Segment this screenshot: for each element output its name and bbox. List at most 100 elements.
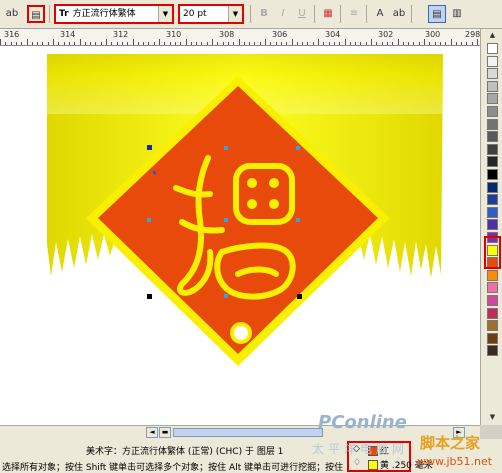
character-icon[interactable]: ab [390,5,408,23]
ruler-tick [243,42,245,45]
ruler-tick [275,42,277,45]
font-name-value: 方正流行体繁体 [72,9,136,19]
vertical-text-icon[interactable]: ▥ [448,5,466,23]
ruler-tick [63,42,65,45]
text-tool-icon[interactable]: ab [3,5,21,23]
ruler-tick [424,39,425,45]
ruler-tick [333,42,335,45]
scroll-left-end-icon[interactable]: ▬ [159,427,171,438]
ruler-tick [137,42,139,45]
palette-swatch[interactable] [487,219,498,231]
palette-scroll-down-icon[interactable]: ▼ [486,413,499,422]
ruler-tick [21,42,23,45]
ruler-tick [238,39,240,45]
scroll-thumb[interactable] [173,428,323,437]
ruler-label: 300 [425,30,441,39]
ruler-tick [365,42,367,45]
palette-highlight [484,236,501,269]
ruler-tick [392,42,394,45]
font-type-icon: Tr [59,9,69,19]
ruler-tick [312,42,314,45]
bold-icon[interactable]: B [255,5,273,23]
palette-swatch[interactable] [487,206,498,218]
ruler-tick [227,42,229,45]
ruler-tick [355,42,357,45]
jb51-url-watermark: www.jb51.net [417,455,493,468]
ruler-tick [196,42,198,45]
toolbar-separator [49,5,50,23]
ruler-tick [249,42,251,45]
selection-handle[interactable] [147,294,152,299]
ruler-tick [466,42,468,45]
horizontal-scrollbar[interactable]: ◄ ▬ ► [0,425,480,439]
toolbar-separator [250,5,251,23]
ruler-tick [302,42,304,45]
ruler-label: 308 [219,30,235,39]
chevron-down-icon[interactable]: ▼ [158,6,172,22]
palette-swatch[interactable] [487,93,498,105]
horizontal-text-icon[interactable]: ▤ [428,5,446,23]
drawing-canvas[interactable] [0,46,480,425]
palette-swatch[interactable] [487,68,498,80]
underline-icon[interactable]: U [293,5,311,23]
chevron-down-icon[interactable]: ▼ [228,6,242,22]
palette-swatch[interactable] [487,282,498,294]
palette-swatch[interactable] [487,106,498,117]
font-name-select[interactable]: Tr 方正流行体繁体 ▼ [54,4,174,24]
palette-swatch[interactable] [487,169,498,180]
ruler-tick [477,39,478,45]
palette-swatch[interactable] [487,156,498,168]
scroll-left-icon[interactable]: ◄ [146,427,158,438]
selection-handle[interactable] [297,294,302,299]
palette-swatch[interactable] [487,345,498,357]
palette-swatch[interactable] [487,332,498,344]
ruler-tick [217,42,219,45]
palette-swatch[interactable] [487,181,498,193]
palette-swatch[interactable] [487,143,498,155]
italic-icon[interactable]: I [274,5,292,23]
palette-swatch[interactable] [487,269,498,281]
palette-swatch[interactable] [487,307,498,319]
ruler-tick [376,42,378,45]
palette-swatch[interactable] [487,80,498,92]
palette-swatch[interactable] [487,55,498,67]
ruler-tick [95,42,97,45]
ruler-tick [174,42,176,45]
ruler-tick [206,42,208,45]
ruler-tick [408,42,410,45]
ruler-tick [270,42,272,45]
text-properties-icon[interactable]: ▤ [27,5,45,23]
fu-dot [269,199,279,209]
ruler-tick [58,42,60,45]
ruler-label: 312 [113,30,129,39]
ruler-tick [111,42,113,45]
ruler-tick [84,42,86,45]
ruler-tick [5,42,7,45]
ruler-tick [265,39,266,45]
ruler-tick [153,42,155,45]
palette-swatch[interactable] [487,320,498,332]
ruler-tick [47,42,49,45]
ruler-tick [26,39,28,45]
ruler-tick [90,42,92,45]
palette-swatch[interactable] [487,295,498,306]
ruler-tick [291,39,293,45]
palette-swatch[interactable] [487,131,498,143]
palette-scroll-up-icon[interactable]: ▲ [486,31,499,40]
ruler-tick [42,42,44,45]
palette-swatch[interactable] [487,194,498,206]
node [147,218,151,222]
ruler-tick [100,42,102,45]
ruler-tick [169,42,171,45]
palette-swatch[interactable] [487,43,498,54]
edit-text-icon[interactable]: A [371,5,389,23]
ruler-tick [31,42,33,45]
ruler-tick [371,39,372,45]
palette-swatch[interactable] [487,118,498,130]
fu-dot [247,178,257,188]
ruler-tick [360,42,362,45]
selection-handle[interactable] [147,145,152,150]
paragraph-icon[interactable]: ≡ [345,5,363,23]
character-format-icon[interactable]: ▦ [319,5,337,23]
font-size-select[interactable]: 20 pt ▼ [178,4,244,24]
